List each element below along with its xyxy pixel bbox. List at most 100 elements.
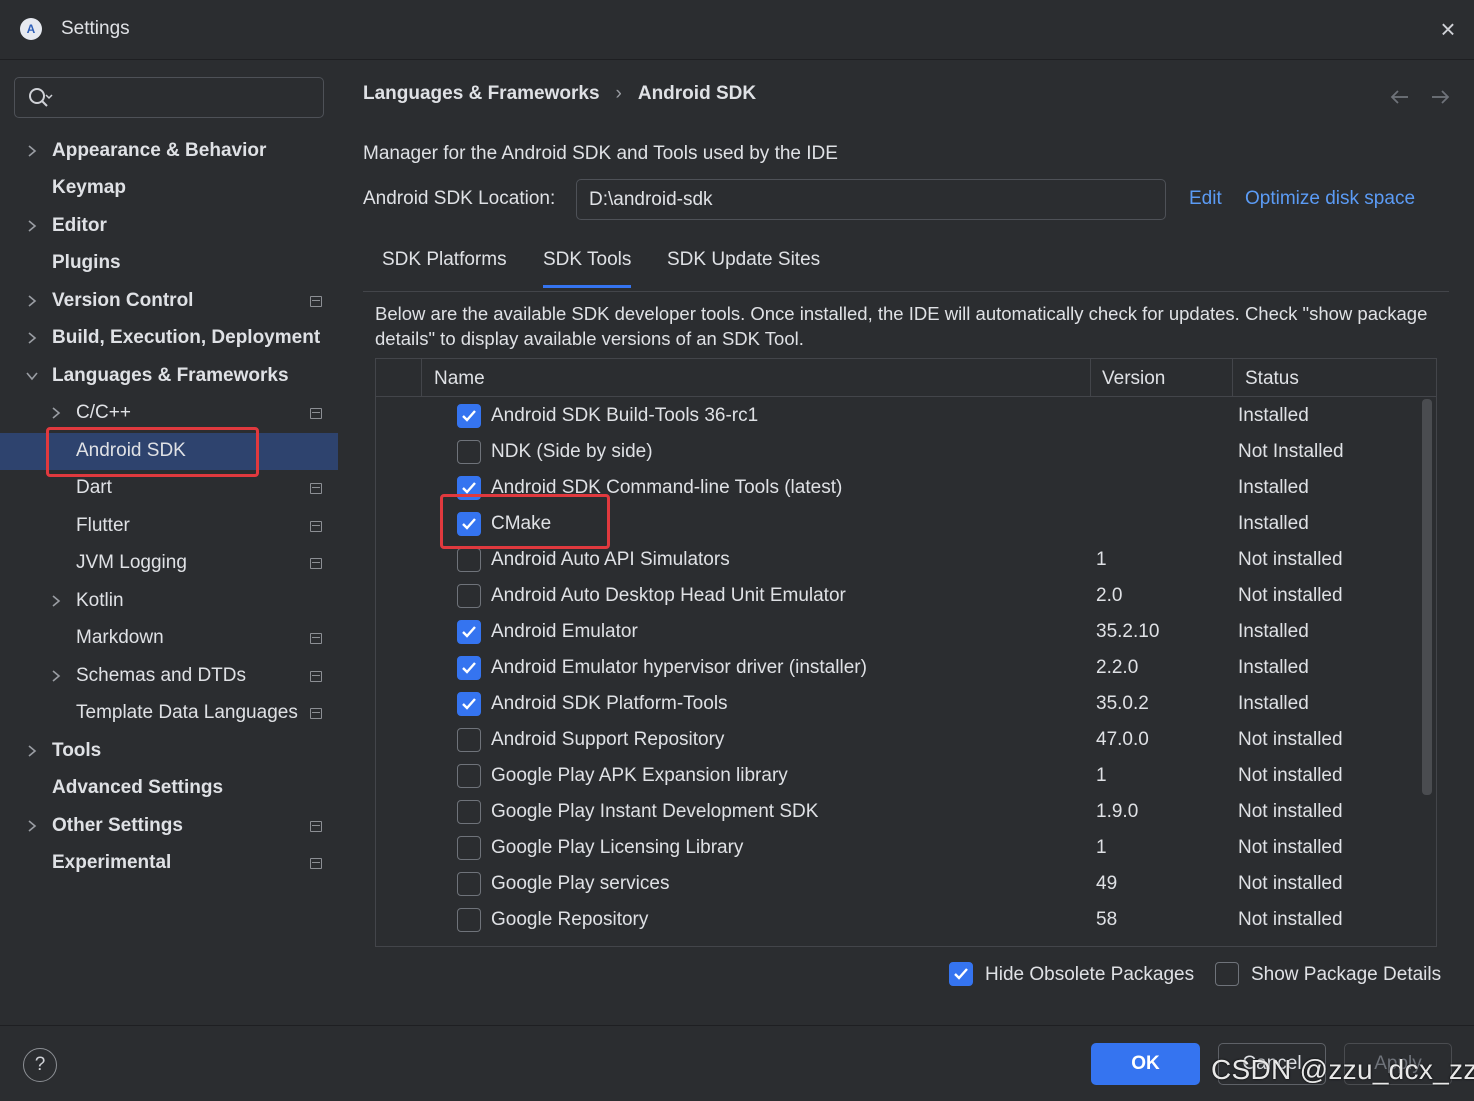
table-row[interactable]: Google Repository 58 Not installed bbox=[376, 903, 1421, 939]
ok-button[interactable]: OK bbox=[1091, 1043, 1200, 1085]
table-row[interactable]: Android Auto Desktop Head Unit Emulator 2… bbox=[376, 579, 1421, 615]
sidebar-item-label: Appearance & Behavior bbox=[52, 140, 267, 161]
sidebar-item-c-cpp[interactable]: C/C++ bbox=[0, 395, 338, 432]
cell-name: Android Auto API Simulators bbox=[491, 549, 730, 570]
sidebar-item-label: Editor bbox=[52, 215, 107, 236]
cell-status: Installed bbox=[1238, 657, 1309, 678]
row-checkbox[interactable] bbox=[457, 872, 481, 896]
cell-status: Not installed bbox=[1238, 765, 1343, 786]
chevron-right-icon bbox=[28, 220, 37, 232]
row-checkbox[interactable] bbox=[457, 836, 481, 860]
table-row[interactable]: Android SDK Platform-Tools 35.0.2 Installe… bbox=[376, 687, 1421, 723]
cell-status: Not installed bbox=[1238, 549, 1343, 570]
sidebar-item-editor[interactable]: Editor bbox=[0, 208, 338, 245]
cell-name: Google Play Licensing Library bbox=[491, 837, 744, 858]
row-checkbox[interactable] bbox=[457, 908, 481, 932]
sidebar-item-other-settings[interactable]: Other Settings bbox=[0, 808, 338, 845]
back-arrow-icon[interactable] bbox=[1389, 87, 1411, 107]
table-row[interactable]: CMake Installed bbox=[376, 507, 1421, 543]
row-checkbox[interactable] bbox=[457, 728, 481, 752]
sidebar-item-keymap[interactable]: Keymap bbox=[0, 170, 338, 207]
table-row[interactable]: Android SDK Command-line Tools (latest) I… bbox=[376, 471, 1421, 507]
column-header-version[interactable]: Version bbox=[1102, 368, 1165, 390]
table-row[interactable]: Google Play Instant Development SDK 1.9.0… bbox=[376, 795, 1421, 831]
column-header-status[interactable]: Status bbox=[1245, 368, 1299, 390]
sidebar-item-plugins[interactable]: Plugins bbox=[0, 245, 338, 282]
chevron-right-icon bbox=[28, 145, 37, 157]
help-icon[interactable]: ? bbox=[23, 1048, 57, 1082]
close-icon[interactable]: × bbox=[1436, 16, 1460, 42]
row-checkbox[interactable] bbox=[457, 656, 481, 680]
android-studio-icon: A bbox=[20, 18, 42, 40]
table-row[interactable]: Android Support Repository 47.0.0 Not inst… bbox=[376, 723, 1421, 759]
table-row[interactable]: Android SDK Build-Tools 36-rc1 Installed bbox=[376, 399, 1421, 435]
row-checkbox[interactable] bbox=[457, 476, 481, 500]
sidebar-item-languages-frameworks[interactable]: Languages & Frameworks bbox=[0, 358, 338, 395]
table-row[interactable]: Android Emulator 35.2.10 Installed bbox=[376, 615, 1421, 651]
search-input[interactable] bbox=[59, 84, 314, 112]
row-checkbox[interactable] bbox=[457, 800, 481, 824]
table-row[interactable]: Google Play Licensing Library 1 Not instal… bbox=[376, 831, 1421, 867]
row-checkbox[interactable] bbox=[457, 440, 481, 464]
row-checkbox[interactable] bbox=[457, 404, 481, 428]
tab-sdk-update-sites[interactable]: SDK Update Sites bbox=[667, 249, 820, 285]
sidebar-item-tools[interactable]: Tools bbox=[0, 733, 338, 770]
sidebar-item-build-execution-deployment[interactable]: Build, Execution, Deployment bbox=[0, 320, 338, 357]
search-box[interactable] bbox=[14, 77, 324, 118]
cell-version: 35.0.2 bbox=[1096, 693, 1149, 714]
sidebar-item-label: Template Data Languages bbox=[76, 702, 298, 723]
forward-arrow-icon[interactable] bbox=[1429, 87, 1451, 107]
sidebar-item-dart[interactable]: Dart bbox=[0, 470, 338, 507]
table-row[interactable]: Google Play APK Expansion library 1 Not in… bbox=[376, 759, 1421, 795]
hide-obsolete-checkbox[interactable] bbox=[949, 962, 973, 986]
dialog-footer: ? OK Cancel Apply bbox=[0, 1025, 1474, 1101]
row-checkbox[interactable] bbox=[457, 548, 481, 572]
sidebar-item-appearance-behavior[interactable]: Appearance & Behavior bbox=[0, 133, 338, 170]
project-level-icon bbox=[310, 821, 322, 832]
show-details-checkbox[interactable] bbox=[1215, 962, 1239, 986]
sidebar-item-jvm-logging[interactable]: JVM Logging bbox=[0, 545, 338, 582]
cancel-button[interactable]: Cancel bbox=[1218, 1043, 1326, 1085]
chevron-right-icon bbox=[28, 295, 37, 307]
table-row[interactable]: Google Play services 49 Not installed bbox=[376, 867, 1421, 903]
row-checkbox[interactable] bbox=[457, 620, 481, 644]
sidebar-item-markdown[interactable]: Markdown bbox=[0, 620, 338, 657]
apply-button[interactable]: Apply bbox=[1344, 1043, 1452, 1085]
sidebar-item-version-control[interactable]: Version Control bbox=[0, 283, 338, 320]
column-divider bbox=[1232, 359, 1233, 397]
project-level-icon bbox=[310, 483, 322, 494]
sidebar-item-label: Schemas and DTDs bbox=[76, 665, 247, 686]
sidebar-item-advanced-settings[interactable]: Advanced Settings bbox=[0, 770, 338, 807]
sidebar-item-label: Languages & Frameworks bbox=[52, 365, 289, 386]
tab-sdk-tools[interactable]: SDK Tools bbox=[543, 249, 632, 288]
sidebar-item-template-data-languages[interactable]: Template Data Languages bbox=[0, 695, 338, 732]
scrollbar[interactable] bbox=[1422, 399, 1432, 795]
checkmark-icon bbox=[462, 698, 476, 710]
cell-version: 1 bbox=[1096, 837, 1107, 858]
sidebar-item-experimental[interactable]: Experimental bbox=[0, 845, 338, 882]
chevron-right-icon bbox=[28, 820, 37, 832]
sidebar-item-android-sdk[interactable]: Android SDK bbox=[0, 433, 338, 470]
table-row[interactable]: Android Auto API Simulators 1 Not installe… bbox=[376, 543, 1421, 579]
cell-version: 1 bbox=[1096, 765, 1107, 786]
sidebar-item-flutter[interactable]: Flutter bbox=[0, 508, 338, 545]
breadcrumb-parent[interactable]: Languages & Frameworks bbox=[363, 83, 600, 105]
table-row[interactable]: Android Emulator hypervisor driver (inst… bbox=[376, 651, 1421, 687]
row-checkbox[interactable] bbox=[457, 584, 481, 608]
optimize-disk-space-link[interactable]: Optimize disk space bbox=[1245, 188, 1415, 210]
sidebar-item-schemas-dtds[interactable]: Schemas and DTDs bbox=[0, 658, 338, 695]
tab-sdk-platforms[interactable]: SDK Platforms bbox=[382, 249, 507, 285]
page-description: Manager for the Android SDK and Tools us… bbox=[363, 143, 838, 164]
cell-version: 1 bbox=[1096, 549, 1107, 570]
sidebar-item-kotlin[interactable]: Kotlin bbox=[0, 583, 338, 620]
cell-name: Google Play Instant Development SDK bbox=[491, 801, 819, 822]
row-checkbox[interactable] bbox=[457, 692, 481, 716]
column-header-name[interactable]: Name bbox=[434, 368, 485, 390]
row-checkbox[interactable] bbox=[457, 512, 481, 536]
table-row[interactable]: NDK (Side by side) Not Installed bbox=[376, 435, 1421, 471]
row-checkbox[interactable] bbox=[457, 764, 481, 788]
sdk-location-field[interactable] bbox=[576, 179, 1166, 220]
edit-link[interactable]: Edit bbox=[1189, 188, 1222, 210]
sidebar-item-label: JVM Logging bbox=[76, 552, 187, 573]
checkmark-icon bbox=[462, 482, 476, 494]
